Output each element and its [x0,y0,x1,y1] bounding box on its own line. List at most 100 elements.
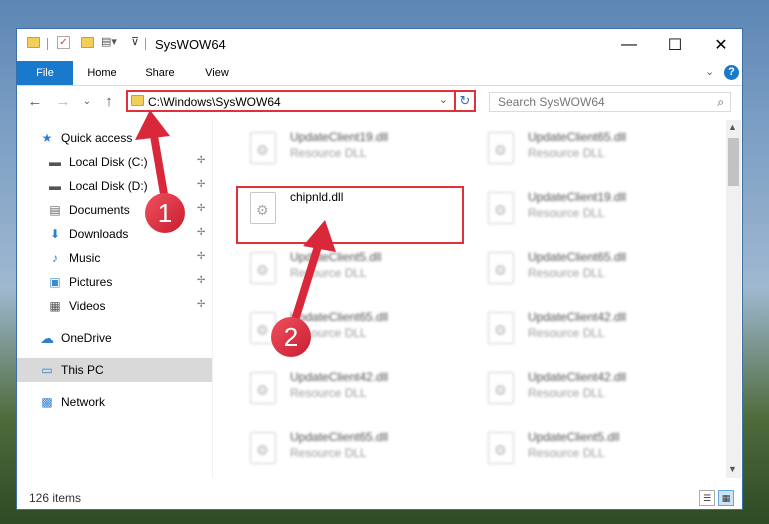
sidebar-item-documents[interactable]: ▤ Documents ✢ [17,198,212,222]
file-item[interactable]: UpdateClient42.dll Resource DLL [478,306,678,354]
pin-icon[interactable]: ✢ [197,179,205,190]
sidebar-item-label: Quick access [61,131,133,145]
sidebar-item-local-disk-d[interactable]: ▬ Local Disk (D:) ✢ [17,174,212,198]
new-folder-icon[interactable] [81,37,94,48]
sidebar-item-label: Music [69,251,101,265]
file-name: UpdateClient42.dll [290,370,389,384]
sidebar-item-downloads[interactable]: ⬇ Downloads ✢ [17,222,212,246]
file-item[interactable]: UpdateClient65.dll Resource DLL [478,126,678,174]
dll-file-icon [250,252,276,284]
customize-qat-icon[interactable]: ▤▾ [101,35,117,48]
tab-share[interactable]: Share [135,61,185,85]
vertical-scrollbar[interactable]: ▲ ▼ [726,120,741,478]
dll-file-icon [488,252,514,284]
file-item[interactable]: UpdateClient65.dll Resource DLL [240,426,440,474]
sidebar-item-music[interactable]: ♪ Music ✢ [17,246,212,270]
pin-icon[interactable]: ✢ [197,203,205,214]
pin-icon[interactable]: ✢ [197,275,205,286]
navigation-pane: ★ Quick access ▬ Local Disk (C:) ✢ ▬ Loc… [17,120,213,478]
documents-icon: ▤ [49,203,61,217]
scroll-thumb[interactable] [728,138,739,186]
sidebar-item-label: OneDrive [61,331,112,345]
sidebar-item-this-pc[interactable]: ▭ This PC [17,358,212,382]
tab-view[interactable]: View [192,61,242,85]
search-input[interactable]: Search SysWOW64 ⌕ [489,92,731,112]
large-icons-view-icon[interactable]: ▦ [718,490,734,506]
scroll-down-icon[interactable]: ▼ [728,464,737,474]
file-name: UpdateClient65.dll [290,310,389,324]
window-title: SysWOW64 [155,37,226,52]
file-type: Resource DLL [528,206,605,220]
pin-icon[interactable]: ✢ [197,155,205,166]
file-item[interactable]: UpdateClient42.dll Resource DLL [240,366,440,414]
sidebar-item-network[interactable]: ▩ Network [17,390,212,414]
ribbon-tabs: File Home Share View ⌄ ? [17,61,742,86]
sidebar-item-label: Documents [69,203,130,217]
address-path[interactable]: C:\Windows\SysWOW64 [148,95,281,109]
dll-file-icon [488,132,514,164]
file-item[interactable]: UpdateClient42.dll Resource DLL [478,366,678,414]
tab-file[interactable]: File [17,61,73,85]
file-item[interactable]: UpdateClient19.dll Resource DLL [240,126,440,174]
sidebar-item-label: Local Disk (C:) [69,155,148,169]
pictures-icon: ▣ [49,275,61,289]
address-bar[interactable]: C:\Windows\SysWOW64 ⌄ [126,90,476,112]
recent-locations-button[interactable]: ⌄ [77,92,97,112]
file-name: UpdateClient65.dll [290,430,389,444]
pin-icon[interactable]: ✢ [197,227,205,238]
file-type: Resource DLL [290,446,367,460]
help-icon[interactable]: ? [724,65,739,80]
computer-icon: ▭ [41,363,53,377]
file-item[interactable]: UpdateClient19.dll Resource DLL [478,186,678,234]
forward-button[interactable]: → [53,92,73,112]
qat-dropdown-icon[interactable]: ⊽ [131,35,139,48]
file-name: UpdateClient19.dll [290,130,389,144]
details-view-icon[interactable]: ☰ [699,490,715,506]
network-icon: ▩ [41,395,53,409]
status-bar: 126 items ☰ ▦ [17,487,742,509]
expand-ribbon-icon[interactable]: ⌄ [705,65,714,78]
tab-home[interactable]: Home [77,61,127,85]
drive-icon: ▬ [49,155,61,169]
dll-file-icon [488,192,514,224]
scroll-up-icon[interactable]: ▲ [728,122,737,132]
back-button[interactable]: ← [25,92,45,112]
sidebar-item-onedrive[interactable]: ☁ OneDrive [17,326,212,350]
file-item[interactable]: UpdateClient5.dll Resource DLL [478,426,678,474]
refresh-button[interactable]: ↻ [454,90,476,112]
search-icon[interactable]: ⌕ [717,95,724,110]
close-button[interactable]: ✕ [698,29,742,61]
dll-file-icon [488,432,514,464]
properties-icon[interactable]: ✓ [57,36,70,49]
sidebar-item-local-disk-c[interactable]: ▬ Local Disk (C:) ✢ [17,150,212,174]
up-button[interactable]: ↑ [99,92,119,112]
dll-file-icon [488,312,514,344]
sidebar-item-label: This PC [61,363,104,377]
address-dropdown-icon[interactable]: ⌄ [439,93,448,106]
minimize-button[interactable]: — [606,29,652,61]
file-type: Resource DLL [528,146,605,160]
file-item[interactable]: UpdateClient5.dll Resource DLL [240,246,440,294]
explorer-window: ✓ ▤▾ ⊽ SysWOW64 — ☐ ✕ File Home Share Vi… [16,28,743,510]
sidebar-item-videos[interactable]: ▦ Videos ✢ [17,294,212,318]
videos-icon: ▦ [49,299,61,313]
file-name: UpdateClient65.dll [528,250,627,264]
sidebar-item-label: Local Disk (D:) [69,179,148,193]
sidebar-item-pictures[interactable]: ▣ Pictures ✢ [17,270,212,294]
title-bar: ✓ ▤▾ ⊽ SysWOW64 — ☐ ✕ [17,29,742,61]
file-type: Resource DLL [528,266,605,280]
pin-icon[interactable]: ✢ [197,299,205,310]
qat-separator [47,38,48,50]
folder-icon [27,37,40,48]
file-name: UpdateClient65.dll [528,130,627,144]
file-type: Resource DLL [290,266,367,280]
pin-icon[interactable]: ✢ [197,251,205,262]
file-item[interactable]: UpdateClient65.dll Resource DLL [478,246,678,294]
maximize-button[interactable]: ☐ [652,29,698,61]
file-name: UpdateClient42.dll [528,370,627,384]
sidebar-item-label: Videos [69,299,106,313]
sidebar-item-label: Network [61,395,106,409]
sidebar-item-quick-access[interactable]: ★ Quick access [17,126,212,150]
file-name: UpdateClient42.dll [528,310,627,324]
file-item[interactable]: UpdateClient65.dll Resource DLL [240,306,440,354]
